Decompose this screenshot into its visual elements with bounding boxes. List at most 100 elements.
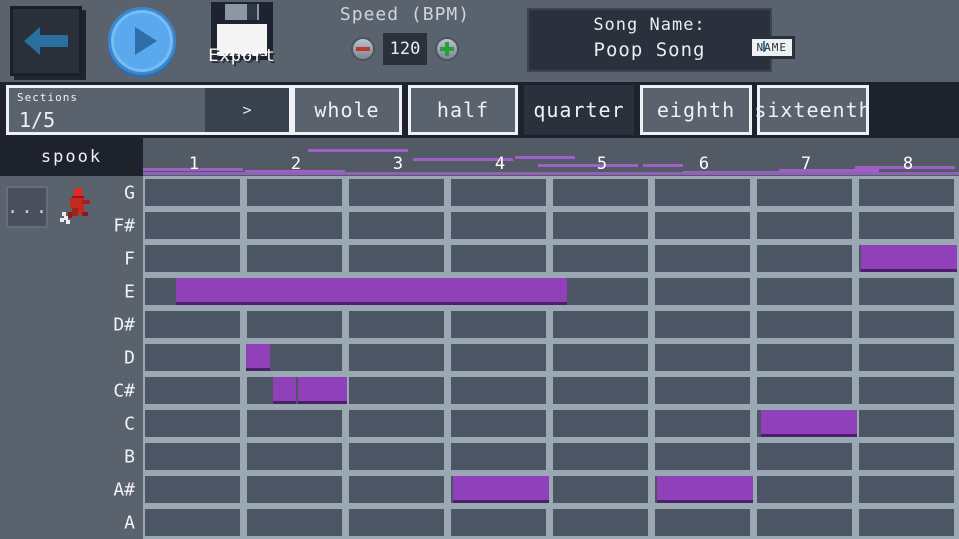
grid-cell[interactable]	[451, 410, 546, 437]
grid-cell[interactable]	[451, 443, 546, 470]
grid-cell[interactable]	[451, 212, 546, 239]
grid-cell[interactable]	[553, 344, 648, 371]
grid-cell[interactable]	[757, 278, 852, 305]
grid-cell[interactable]	[451, 179, 546, 206]
grid-cell[interactable]	[553, 311, 648, 338]
play-button[interactable]	[108, 7, 176, 75]
note-length-quarter[interactable]: quarter	[524, 85, 634, 135]
grid-cell[interactable]	[655, 377, 750, 404]
grid-cell[interactable]	[655, 311, 750, 338]
grid-cell[interactable]	[247, 179, 342, 206]
note-block[interactable]	[298, 377, 347, 404]
grid-cell[interactable]	[757, 212, 852, 239]
note-block[interactable]	[761, 410, 857, 437]
instrument-name[interactable]: spook	[0, 138, 143, 176]
export-button[interactable]: Export	[205, 2, 279, 80]
grid-cell[interactable]	[349, 212, 444, 239]
grid-cell[interactable]	[145, 311, 240, 338]
grid-cell[interactable]	[655, 509, 750, 536]
grid-cell[interactable]	[757, 344, 852, 371]
grid-cell[interactable]	[757, 311, 852, 338]
grid-cell[interactable]	[349, 509, 444, 536]
note-block[interactable]	[861, 245, 957, 272]
grid-cell[interactable]	[349, 377, 444, 404]
grid-cell[interactable]	[247, 509, 342, 536]
note-block[interactable]	[453, 476, 549, 503]
grid-cell[interactable]	[655, 278, 750, 305]
grid-cell[interactable]	[451, 509, 546, 536]
grid-cell[interactable]	[553, 377, 648, 404]
grid-cell[interactable]	[553, 245, 648, 272]
grid-cell[interactable]	[247, 311, 342, 338]
note-block[interactable]	[657, 476, 753, 503]
grid-cell[interactable]	[349, 311, 444, 338]
grid-cell[interactable]	[451, 377, 546, 404]
grid-cell[interactable]	[247, 476, 342, 503]
grid-cell[interactable]	[553, 278, 648, 305]
sections-selector[interactable]: Sections 1/5 >	[6, 85, 292, 135]
back-button[interactable]	[10, 6, 82, 76]
bpm-value[interactable]: 120	[383, 33, 427, 65]
grid-cell[interactable]	[859, 212, 954, 239]
grid-cell[interactable]	[349, 179, 444, 206]
grid-cell[interactable]	[349, 344, 444, 371]
grid-cell[interactable]	[553, 179, 648, 206]
grid-cell[interactable]	[145, 443, 240, 470]
grid-cell[interactable]	[655, 212, 750, 239]
grid-cell[interactable]	[451, 311, 546, 338]
note-length-eighth[interactable]: eighth	[640, 85, 752, 135]
grid-cell[interactable]	[145, 509, 240, 536]
grid-cell[interactable]	[145, 212, 240, 239]
grid-cell[interactable]	[859, 443, 954, 470]
note-block[interactable]	[273, 377, 296, 404]
note-length-half[interactable]: half	[408, 85, 518, 135]
grid-cell[interactable]	[145, 410, 240, 437]
grid-cell[interactable]	[655, 443, 750, 470]
grid-cell[interactable]	[247, 443, 342, 470]
grid-cell[interactable]	[757, 476, 852, 503]
grid-cell[interactable]	[757, 443, 852, 470]
grid-cell[interactable]	[451, 344, 546, 371]
grid-cell[interactable]	[757, 245, 852, 272]
note-length-whole[interactable]: whole	[292, 85, 402, 135]
grid-cell[interactable]	[553, 509, 648, 536]
grid-cell[interactable]	[859, 377, 954, 404]
note-block[interactable]	[176, 278, 567, 305]
grid-cell[interactable]	[859, 476, 954, 503]
grid-cell[interactable]	[655, 179, 750, 206]
grid-cell[interactable]	[757, 509, 852, 536]
grid-cell[interactable]	[655, 410, 750, 437]
grid-cell[interactable]	[859, 410, 954, 437]
grid-cell[interactable]	[859, 509, 954, 536]
grid-cell[interactable]	[757, 179, 852, 206]
grid-cell[interactable]	[553, 443, 648, 470]
grid-cell[interactable]	[859, 278, 954, 305]
grid-cell[interactable]	[553, 476, 648, 503]
grid-cell[interactable]	[859, 179, 954, 206]
grid-cell[interactable]	[145, 245, 240, 272]
grid-cell[interactable]	[553, 410, 648, 437]
grid-cell[interactable]	[247, 245, 342, 272]
grid-cell[interactable]	[247, 212, 342, 239]
grid-cell[interactable]	[145, 377, 240, 404]
grid-cell[interactable]	[859, 344, 954, 371]
note-block[interactable]	[246, 344, 270, 371]
sections-next-button[interactable]: >	[205, 88, 289, 132]
grid-cell[interactable]	[655, 344, 750, 371]
grid-cell[interactable]	[553, 212, 648, 239]
rename-song-button[interactable]: NAME	[749, 36, 796, 59]
grid-cell[interactable]	[655, 245, 750, 272]
grid-cell[interactable]	[859, 311, 954, 338]
grid-cell[interactable]	[757, 377, 852, 404]
grid-cell[interactable]	[349, 476, 444, 503]
instrument-options-button[interactable]: ...	[6, 186, 48, 228]
note-length-sixteenth[interactable]: sixteenth	[757, 85, 869, 135]
bpm-increase-button[interactable]	[435, 37, 459, 61]
grid-cell[interactable]	[145, 476, 240, 503]
note-grid[interactable]	[143, 176, 959, 539]
grid-cell[interactable]	[145, 179, 240, 206]
bpm-decrease-button[interactable]	[351, 37, 375, 61]
grid-cell[interactable]	[349, 443, 444, 470]
grid-cell[interactable]	[349, 245, 444, 272]
grid-cell[interactable]	[451, 245, 546, 272]
